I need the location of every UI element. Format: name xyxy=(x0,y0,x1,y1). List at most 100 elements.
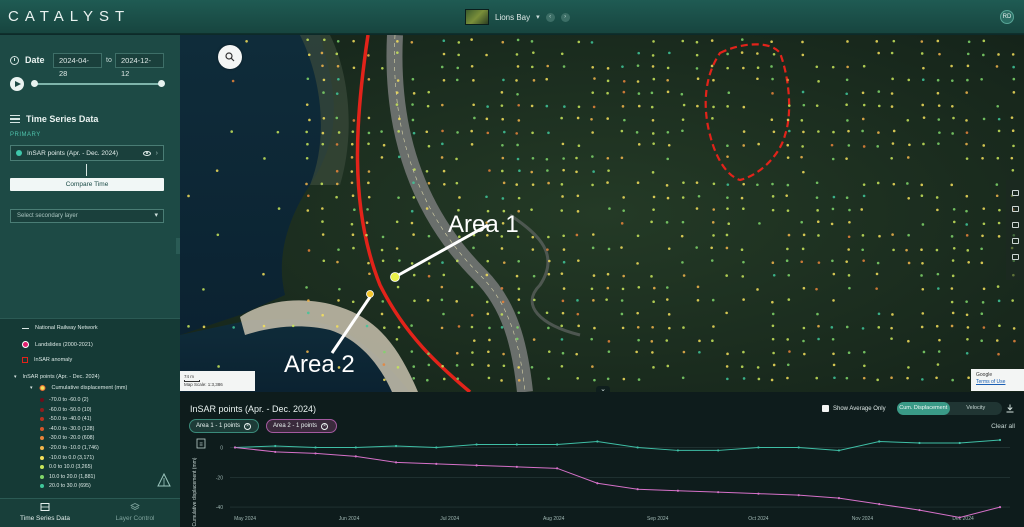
insar-point[interactable] xyxy=(395,247,399,250)
insar-point[interactable] xyxy=(623,118,626,122)
insar-point[interactable] xyxy=(1012,77,1016,81)
insar-point[interactable] xyxy=(830,222,834,226)
insar-point[interactable] xyxy=(291,324,295,328)
insar-point[interactable] xyxy=(726,352,729,356)
insar-point[interactable] xyxy=(621,326,625,330)
insar-point[interactable] xyxy=(891,313,894,316)
insar-point[interactable] xyxy=(427,90,431,94)
insar-point[interactable] xyxy=(488,169,491,172)
insar-point[interactable] xyxy=(652,40,655,43)
insar-point[interactable] xyxy=(593,378,596,382)
insar-point[interactable] xyxy=(427,352,430,355)
insar-point[interactable] xyxy=(951,274,955,278)
insar-point[interactable] xyxy=(997,53,1000,56)
insar-point[interactable] xyxy=(350,181,354,185)
insar-point[interactable] xyxy=(966,64,970,68)
insar-point[interactable] xyxy=(696,285,700,289)
insar-point[interactable] xyxy=(306,311,310,315)
insar-point[interactable] xyxy=(470,129,473,133)
series-point[interactable] xyxy=(394,461,398,464)
insar-point[interactable] xyxy=(517,311,521,314)
insar-point[interactable] xyxy=(620,129,624,133)
insar-point[interactable] xyxy=(547,131,550,135)
series-point[interactable] xyxy=(676,449,679,452)
series-point[interactable] xyxy=(998,438,1002,442)
insar-point[interactable] xyxy=(307,53,311,57)
insar-point[interactable] xyxy=(607,350,611,353)
insar-point[interactable] xyxy=(305,182,308,186)
insar-point[interactable] xyxy=(847,129,850,133)
insar-point[interactable] xyxy=(593,77,596,80)
insar-point[interactable] xyxy=(350,222,354,226)
insar-point[interactable] xyxy=(413,299,416,303)
insar-point[interactable] xyxy=(980,339,983,343)
terms-of-use-link[interactable]: Terms of Use xyxy=(976,379,1019,386)
series-point[interactable] xyxy=(878,503,881,506)
insar-point[interactable] xyxy=(560,364,564,368)
insar-point[interactable] xyxy=(907,196,911,200)
insar-point[interactable] xyxy=(938,338,941,342)
insar-point[interactable] xyxy=(637,92,641,95)
legend-bin-item[interactable]: -30.0 to -20.0 (608) xyxy=(40,435,94,441)
insar-point[interactable] xyxy=(981,156,984,160)
insar-point[interactable] xyxy=(592,233,595,236)
insar-point[interactable] xyxy=(395,103,399,106)
insar-point[interactable] xyxy=(1012,65,1015,69)
insar-point[interactable] xyxy=(426,298,430,302)
insar-point[interactable] xyxy=(427,144,431,148)
insar-point[interactable] xyxy=(488,326,491,330)
table-tool-icon[interactable] xyxy=(1011,206,1019,212)
insar-point[interactable] xyxy=(382,143,386,147)
insar-point[interactable] xyxy=(906,118,910,122)
insar-point[interactable] xyxy=(727,222,731,226)
insar-point[interactable] xyxy=(950,235,954,238)
insar-point[interactable] xyxy=(457,325,461,328)
insar-point[interactable] xyxy=(396,51,399,54)
insar-point[interactable] xyxy=(560,183,564,186)
insar-point[interactable] xyxy=(802,170,805,174)
insar-point[interactable] xyxy=(862,145,866,148)
series-point[interactable] xyxy=(435,462,438,465)
legend-bin-item[interactable]: -20.0 to -10.0 (1,746) xyxy=(40,445,99,451)
insar-point[interactable] xyxy=(845,325,849,329)
insar-point[interactable] xyxy=(515,183,519,186)
series-point[interactable] xyxy=(878,440,881,443)
insar-point[interactable] xyxy=(530,65,534,69)
insar-point[interactable] xyxy=(440,156,444,159)
insar-point[interactable] xyxy=(620,156,624,160)
insar-point[interactable] xyxy=(636,234,640,238)
insar-point[interactable] xyxy=(681,261,684,264)
insar-point[interactable] xyxy=(455,259,459,263)
insar-point[interactable] xyxy=(263,157,266,160)
insar-point[interactable] xyxy=(1011,299,1014,302)
insar-point[interactable] xyxy=(997,352,1000,356)
insar-point[interactable] xyxy=(547,350,551,353)
insar-point[interactable] xyxy=(547,181,550,185)
insar-point[interactable] xyxy=(742,66,745,70)
insar-point[interactable] xyxy=(515,132,518,135)
insar-point[interactable] xyxy=(501,143,504,147)
insar-point[interactable] xyxy=(621,65,624,68)
insar-point[interactable] xyxy=(668,326,671,330)
insar-point[interactable] xyxy=(397,130,400,133)
insar-point[interactable] xyxy=(652,300,655,304)
insar-point[interactable] xyxy=(396,285,400,289)
insar-point[interactable] xyxy=(485,300,489,304)
insar-point[interactable] xyxy=(307,299,310,302)
insar-point[interactable] xyxy=(785,259,789,263)
insar-point[interactable] xyxy=(530,170,534,174)
insar-point[interactable] xyxy=(276,130,280,134)
insar-point[interactable] xyxy=(472,79,475,82)
insar-point[interactable] xyxy=(951,259,955,262)
insar-point[interactable] xyxy=(967,376,970,379)
insar-point[interactable] xyxy=(892,182,896,186)
insar-point[interactable] xyxy=(890,51,894,55)
insar-point[interactable] xyxy=(996,104,1000,108)
insar-point[interactable] xyxy=(876,378,879,382)
insar-point[interactable] xyxy=(680,92,684,96)
insar-point[interactable] xyxy=(622,377,626,381)
insar-point[interactable] xyxy=(935,196,939,199)
insar-point[interactable] xyxy=(320,182,324,186)
insar-point[interactable] xyxy=(832,299,835,302)
insar-point[interactable] xyxy=(920,40,924,43)
